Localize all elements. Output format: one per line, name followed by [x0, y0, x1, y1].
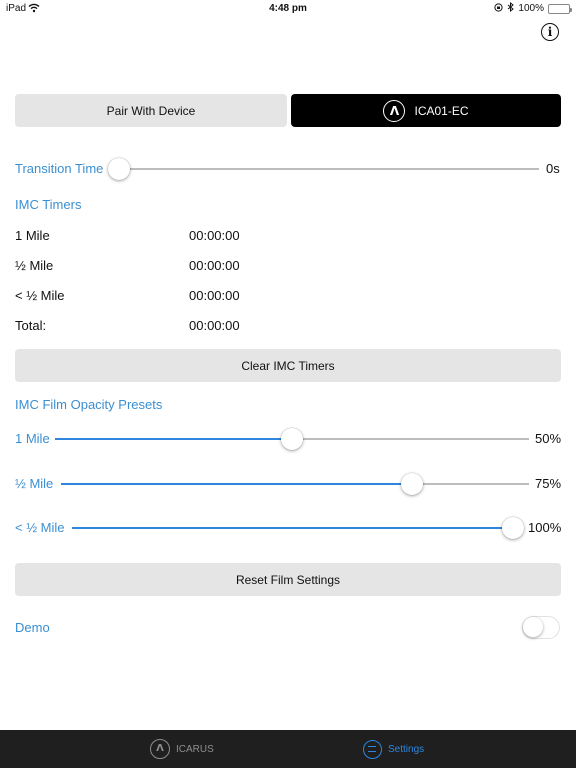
timer-value-under-half-mile: 00:00:00	[189, 288, 240, 303]
timer-label-1-mile: 1 Mile	[15, 228, 50, 243]
settings-icon	[363, 739, 382, 759]
clear-imc-timers-label: Clear IMC Timers	[241, 358, 335, 373]
timer-label-under-half-mile: < ½ Mile	[15, 288, 65, 303]
demo-toggle[interactable]	[522, 616, 560, 639]
preset-slider-thumb-1-mile[interactable]	[281, 428, 303, 450]
preset-slider-thumb-under-half-mile[interactable]	[502, 517, 524, 539]
preset-fill-under-half-mile	[72, 527, 513, 529]
preset-value-1-mile: 50%	[535, 431, 562, 446]
preset-value-half-mile: 75%	[535, 476, 562, 491]
info-button[interactable]: i	[541, 23, 559, 41]
preset-track-under-half-mile[interactable]	[72, 527, 513, 529]
preset-fill-1-mile	[55, 438, 292, 440]
film-opacity-presets-title: IMC Film Opacity Presets	[15, 397, 163, 412]
tab-settings-label: Settings	[388, 743, 425, 755]
pair-with-device-button[interactable]: Pair With Device	[15, 94, 287, 127]
preset-fill-half-mile	[61, 483, 412, 485]
timer-value-1-mile: 00:00:00	[189, 228, 240, 243]
demo-toggle-knob	[523, 617, 543, 637]
status-right: 100%	[494, 1, 572, 15]
timer-label-total: Total:	[15, 318, 47, 333]
battery-percent: 100%	[518, 3, 544, 14]
transition-time-track[interactable]	[119, 168, 539, 170]
reset-film-settings-label: Reset Film Settings	[235, 572, 341, 587]
clear-imc-timers-button[interactable]: Clear IMC Timers	[15, 349, 561, 382]
transition-time-label: Transition Time	[15, 161, 104, 176]
device-button[interactable]: Λ ICA01-EC	[291, 94, 561, 127]
bluetooth-icon	[507, 1, 515, 15]
tab-bar: Λ ICARUS Settings	[0, 730, 576, 768]
timer-value-half-mile: 00:00:00	[189, 258, 240, 273]
preset-label-half-mile: ½ Mile	[15, 476, 54, 491]
transition-time-value: 0s	[546, 161, 560, 176]
battery-icon	[548, 3, 572, 14]
device-name: ICA01-EC	[414, 103, 469, 118]
preset-label-1-mile: 1 Mile	[15, 431, 50, 446]
timer-label-half-mile: ½ Mile	[15, 258, 54, 273]
tab-settings[interactable]: Settings	[363, 730, 424, 768]
icarus-logo-icon: Λ	[383, 99, 406, 122]
pair-with-device-label: Pair With Device	[106, 103, 196, 118]
reset-film-settings-button[interactable]: Reset Film Settings	[15, 563, 561, 596]
status-bar: iPad 4:48 pm 100%	[0, 0, 576, 18]
icarus-logo-icon: Λ	[150, 739, 170, 759]
tab-icarus-label: ICARUS	[176, 743, 214, 755]
tab-icarus[interactable]: Λ ICARUS	[150, 730, 214, 768]
imc-timers-title: IMC Timers	[15, 197, 82, 212]
preset-slider-thumb-half-mile[interactable]	[401, 473, 423, 495]
demo-label: Demo	[15, 620, 50, 635]
transition-time-slider-thumb[interactable]	[108, 158, 130, 180]
preset-value-under-half-mile: 100%	[528, 520, 562, 535]
preset-track-half-mile[interactable]	[61, 483, 529, 485]
orientation-lock-icon	[494, 2, 504, 15]
clock: 4:48 pm	[269, 3, 307, 14]
preset-label-under-half-mile: < ½ Mile	[15, 520, 65, 535]
timer-value-total: 00:00:00	[189, 318, 240, 333]
